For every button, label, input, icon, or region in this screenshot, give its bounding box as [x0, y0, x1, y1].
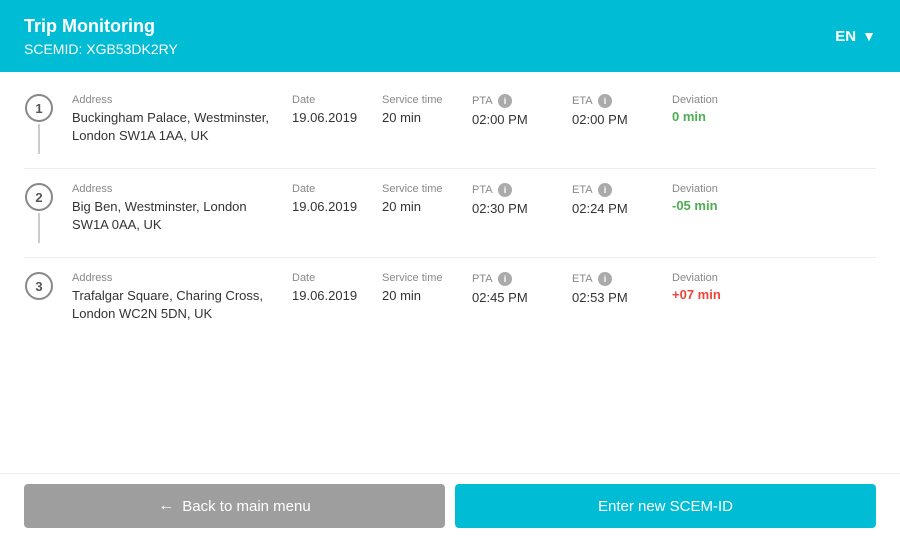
- stops-list: 1 Address Buckingham Palace, Westminster…: [0, 72, 900, 473]
- chevron-down-icon: ▼: [862, 28, 876, 44]
- app-title: Trip Monitoring: [24, 16, 178, 37]
- stop-number-col: 2: [24, 183, 54, 243]
- address-value: Trafalgar Square, Charing Cross, London …: [72, 287, 282, 323]
- pta-col: PTA i 02:30 PM: [472, 183, 572, 218]
- deviation-label: Deviation: [672, 272, 762, 284]
- date-col: Date 19.06.2019: [292, 183, 382, 216]
- date-label: Date: [292, 272, 372, 284]
- pta-info-icon[interactable]: i: [498, 272, 512, 286]
- stop-row: 3 Address Trafalgar Square, Charing Cros…: [24, 258, 876, 337]
- pta-value: 02:45 PM: [472, 289, 562, 307]
- deviation-col: Deviation +07 min: [672, 272, 762, 302]
- deviation-label: Deviation: [672, 94, 762, 106]
- pta-col: PTA i 02:00 PM: [472, 94, 572, 129]
- stop-number: 2: [25, 183, 53, 211]
- service-time-label: Service time: [382, 183, 462, 195]
- deviation-value: -05 min: [672, 198, 762, 213]
- eta-info-icon[interactable]: i: [598, 183, 612, 197]
- address-label: Address: [72, 183, 282, 195]
- stop-details: Address Trafalgar Square, Charing Cross,…: [72, 272, 876, 323]
- eta-info-icon[interactable]: i: [598, 272, 612, 286]
- enter-button-label: Enter new SCEM-ID: [598, 498, 733, 515]
- date-value: 19.06.2019: [292, 198, 372, 216]
- stop-connector-line: [38, 124, 40, 154]
- header: Trip Monitoring SCEMID: XGB53DK2RY EN ▼: [0, 0, 900, 72]
- eta-label: ETA i: [572, 183, 662, 197]
- stop-row: 1 Address Buckingham Palace, Westminster…: [24, 80, 876, 169]
- address-label: Address: [72, 272, 282, 284]
- eta-col: ETA i 02:53 PM: [572, 272, 672, 307]
- date-value: 19.06.2019: [292, 109, 372, 127]
- stop-number-col: 3: [24, 272, 54, 300]
- pta-col: PTA i 02:45 PM: [472, 272, 572, 307]
- stop-details: Address Buckingham Palace, Westminster, …: [72, 94, 876, 145]
- pta-info-icon[interactable]: i: [498, 183, 512, 197]
- pta-label: PTA i: [472, 94, 562, 108]
- date-value: 19.06.2019: [292, 287, 372, 305]
- enter-new-scemid-button[interactable]: Enter new SCEM-ID: [455, 484, 876, 528]
- pta-label: PTA i: [472, 272, 562, 286]
- pta-value: 02:00 PM: [472, 111, 562, 129]
- deviation-col: Deviation 0 min: [672, 94, 762, 124]
- eta-col: ETA i 02:00 PM: [572, 94, 672, 129]
- stop-number: 1: [25, 94, 53, 122]
- app-container: Trip Monitoring SCEMID: XGB53DK2RY EN ▼ …: [0, 0, 900, 538]
- address-value: Big Ben, Westminster, London SW1A 0AA, U…: [72, 198, 282, 234]
- back-button-label: Back to main menu: [182, 498, 310, 515]
- stop-row: 2 Address Big Ben, Westminster, London S…: [24, 169, 876, 258]
- date-col: Date 19.06.2019: [292, 94, 382, 127]
- deviation-col: Deviation -05 min: [672, 183, 762, 213]
- stop-details: Address Big Ben, Westminster, London SW1…: [72, 183, 876, 234]
- service-time-value: 20 min: [382, 198, 462, 216]
- eta-value: 02:00 PM: [572, 111, 662, 129]
- scemid-label: SCEMID: XGB53DK2RY: [24, 41, 178, 57]
- eta-label: ETA i: [572, 272, 662, 286]
- eta-value: 02:24 PM: [572, 200, 662, 218]
- header-right: EN ▼: [835, 28, 876, 45]
- pta-value: 02:30 PM: [472, 200, 562, 218]
- deviation-label: Deviation: [672, 183, 762, 195]
- service-time-col: Service time 20 min: [382, 94, 472, 127]
- service-time-label: Service time: [382, 94, 462, 106]
- eta-label: ETA i: [572, 94, 662, 108]
- service-time-value: 20 min: [382, 109, 462, 127]
- address-col: Address Trafalgar Square, Charing Cross,…: [72, 272, 292, 323]
- address-value: Buckingham Palace, Westminster, London S…: [72, 109, 282, 145]
- service-time-col: Service time 20 min: [382, 272, 472, 305]
- address-col: Address Big Ben, Westminster, London SW1…: [72, 183, 292, 234]
- eta-value: 02:53 PM: [572, 289, 662, 307]
- stop-connector-line: [38, 213, 40, 243]
- header-left: Trip Monitoring SCEMID: XGB53DK2RY: [24, 16, 178, 57]
- date-col: Date 19.06.2019: [292, 272, 382, 305]
- pta-info-icon[interactable]: i: [498, 94, 512, 108]
- date-label: Date: [292, 94, 372, 106]
- date-label: Date: [292, 183, 372, 195]
- language-selector[interactable]: EN: [835, 28, 856, 45]
- back-to-main-menu-button[interactable]: ← Back to main menu: [24, 484, 445, 528]
- stop-number-col: 1: [24, 94, 54, 154]
- service-time-label: Service time: [382, 272, 462, 284]
- eta-info-icon[interactable]: i: [598, 94, 612, 108]
- service-time-col: Service time 20 min: [382, 183, 472, 216]
- footer: ← Back to main menu Enter new SCEM-ID: [0, 473, 900, 538]
- eta-col: ETA i 02:24 PM: [572, 183, 672, 218]
- service-time-value: 20 min: [382, 287, 462, 305]
- deviation-value: 0 min: [672, 109, 762, 124]
- pta-label: PTA i: [472, 183, 562, 197]
- deviation-value: +07 min: [672, 287, 762, 302]
- address-col: Address Buckingham Palace, Westminster, …: [72, 94, 292, 145]
- stop-number: 3: [25, 272, 53, 300]
- address-label: Address: [72, 94, 282, 106]
- arrow-left-icon: ←: [158, 497, 174, 515]
